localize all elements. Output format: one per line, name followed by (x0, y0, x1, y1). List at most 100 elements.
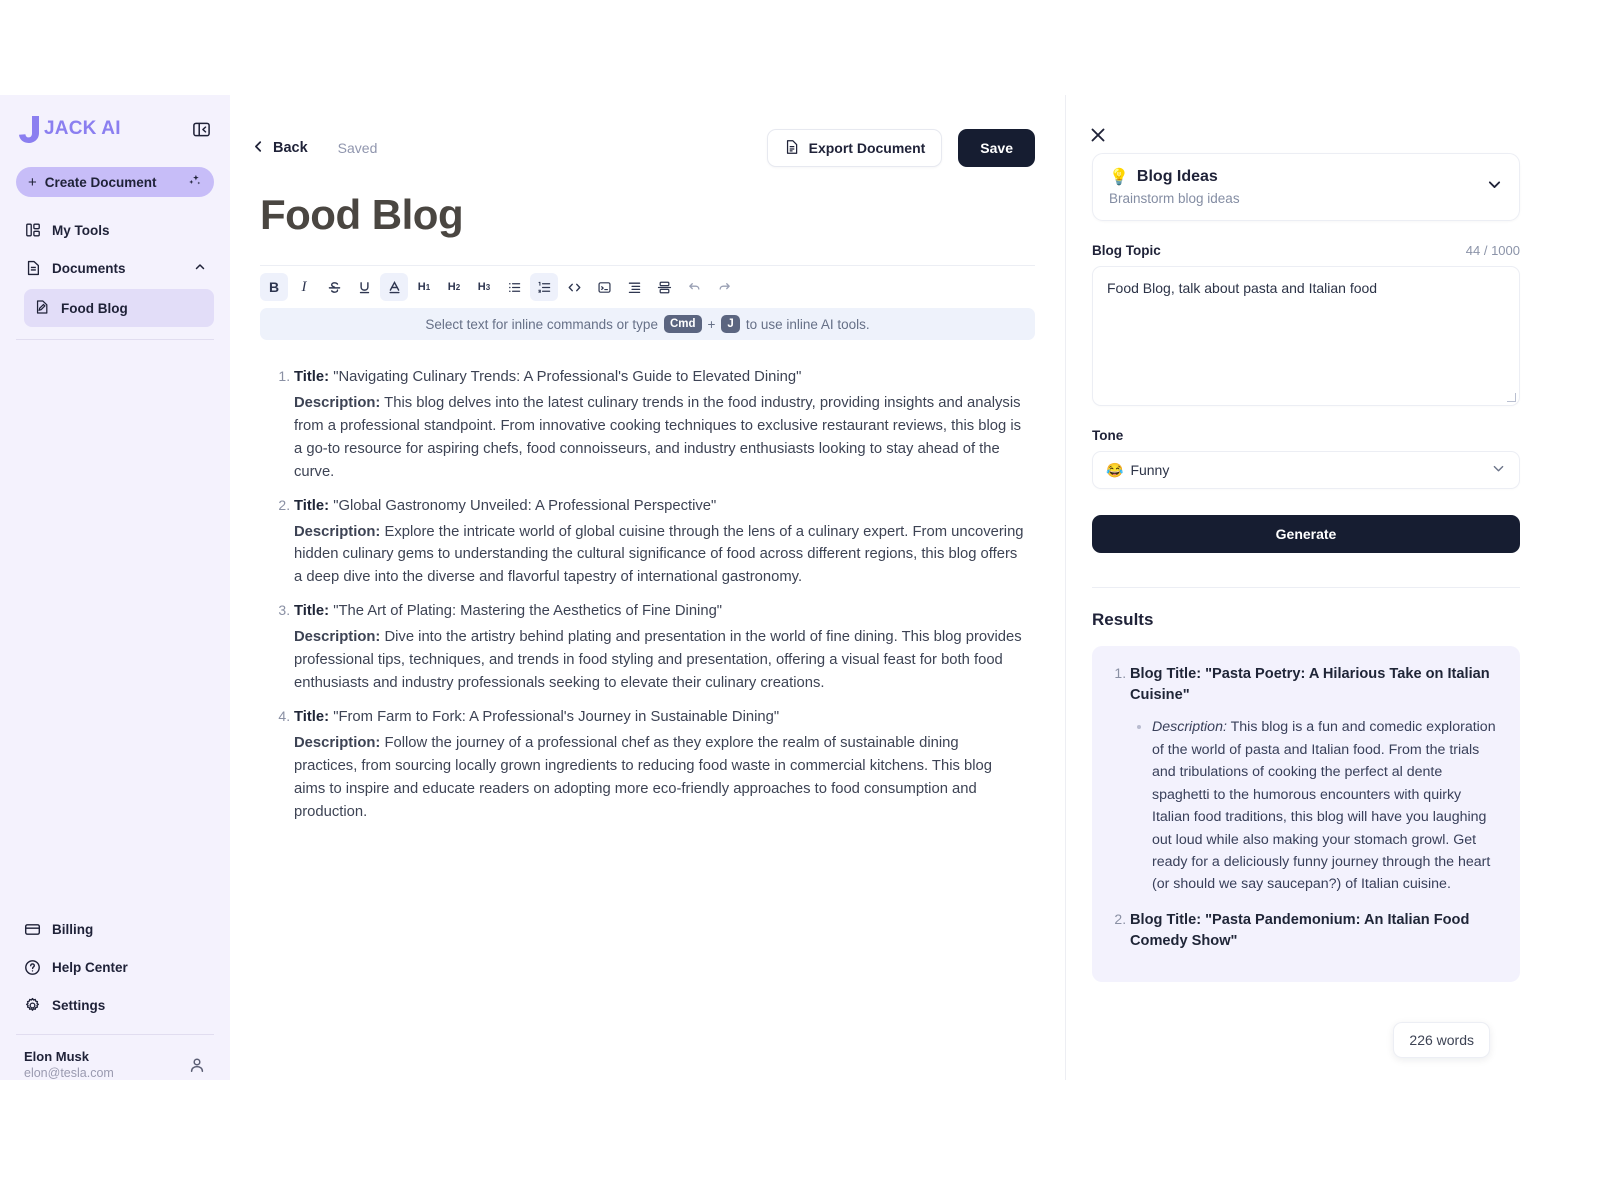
code-block-button[interactable] (590, 273, 618, 301)
tool-subtitle: Brainstorm blog ideas (1109, 191, 1240, 206)
underline-button[interactable] (350, 273, 378, 301)
desc-label: Description: (294, 629, 381, 646)
results-heading: Results (1092, 610, 1154, 629)
bold-button[interactable]: B (260, 273, 288, 301)
tool-selector-card[interactable]: 💡 Blog Ideas Brainstorm blog ideas (1092, 153, 1520, 221)
code-button[interactable] (560, 273, 588, 301)
redo-button[interactable] (710, 273, 738, 301)
sidebar-item-billing-label: Billing (52, 921, 94, 937)
results-card: Blog Title: "Pasta Poetry: A Hilarious T… (1092, 646, 1520, 983)
desc-text: Explore the intricate world of global cu… (294, 523, 1024, 586)
topic-label: Blog Topic (1092, 243, 1161, 258)
blockquote-button[interactable] (620, 273, 648, 301)
create-document-button[interactable]: + Create Document (16, 167, 214, 197)
item-desc-line: Description: Dive into the artistry behi… (294, 626, 1025, 695)
app-window: JACK AI + Create Document My Tools Docum… (0, 95, 1546, 1080)
topic-char-counter: 44 / 1000 (1465, 243, 1520, 258)
formatting-toolbar: B I H1 H2 H3 (260, 265, 1035, 308)
user-icon[interactable] (188, 1056, 206, 1074)
document-content[interactable]: Title: "Navigating Culinary Trends: A Pr… (230, 340, 1065, 824)
desc-label: Description: (294, 523, 381, 540)
result-desc-label: Description: (1152, 719, 1227, 736)
strikethrough-button[interactable] (320, 273, 348, 301)
italic-button[interactable]: I (290, 273, 318, 301)
result-desc-item: Description: This blog is a fun and come… (1152, 716, 1498, 896)
user-email: elon@tesla.com (24, 1066, 114, 1080)
create-document-label: Create Document (44, 174, 157, 190)
ordered-list-button[interactable] (530, 273, 558, 301)
list-item: Title: "Navigating Culinary Trends: A Pr… (294, 366, 1025, 484)
back-button[interactable]: Back (252, 140, 308, 157)
word-count-badge: 226 words (1393, 1022, 1490, 1058)
chevron-down-icon[interactable] (1491, 461, 1506, 479)
brand: JACK AI (18, 114, 121, 144)
title-text: "Global Gastronomy Unveiled: A Professio… (333, 497, 717, 514)
document-editor: Back Saved Export Document Save Food Blo… (230, 95, 1065, 1080)
export-document-button[interactable]: Export Document (766, 129, 943, 167)
laughing-emoji-icon: 😂 (1106, 461, 1124, 478)
sidebar-item-help-center[interactable]: Help Center (16, 948, 214, 986)
title-label: Title: (294, 369, 330, 385)
textarea-resize-handle[interactable] (1507, 393, 1516, 402)
page-title[interactable]: Food Blog (230, 169, 1065, 239)
sidebar-item-food-blog-label: Food Blog (61, 300, 128, 316)
chevron-down-icon[interactable] (1486, 176, 1503, 198)
heading-1-button[interactable]: H1 (410, 273, 438, 301)
save-button[interactable]: Save (958, 129, 1035, 167)
document-list: Title: "Navigating Culinary Trends: A Pr… (260, 366, 1025, 824)
generate-button[interactable]: Generate (1092, 515, 1520, 553)
export-document-label: Export Document (808, 140, 926, 156)
document-icon (24, 260, 41, 277)
undo-button[interactable] (680, 273, 708, 301)
close-icon[interactable] (1088, 125, 1108, 145)
tool-title: Blog Ideas (1136, 168, 1218, 185)
hint-suffix: to use inline AI tools. (745, 316, 870, 332)
sidebar-item-settings[interactable]: Settings (16, 986, 214, 1024)
kbd-cmd: Cmd (663, 314, 702, 334)
toolbar-wrapper: B I H1 H2 H3 (230, 239, 1065, 308)
sidebar-item-settings-label: Settings (52, 997, 106, 1013)
item-desc-line: Description: Follow the journey of a pro… (294, 732, 1025, 824)
panel-collapse-icon[interactable] (190, 118, 212, 140)
title-text: "Navigating Culinary Trends: A Professio… (333, 369, 802, 385)
bullet-list-button[interactable] (500, 273, 528, 301)
user-account[interactable]: Elon Musk elon@tesla.com (16, 1034, 214, 1080)
sidebar-item-help-center-label: Help Center (52, 959, 128, 975)
layout-grid-icon (24, 222, 41, 239)
tone-select-value: Funny (1130, 462, 1170, 478)
item-title-line: Title: "From Farm to Fork: A Professiona… (294, 706, 1025, 729)
item-desc-line: Description: This blog delves into the l… (294, 392, 1025, 484)
desc-label: Description: (294, 394, 381, 411)
result-item: Blog Title: "Pasta Poetry: A Hilarious T… (1130, 664, 1498, 896)
back-label: Back (273, 140, 308, 156)
sidebar-item-documents[interactable]: Documents (16, 249, 214, 287)
title-text: "The Art of Plating: Mastering the Aesth… (333, 603, 723, 620)
text-color-button[interactable] (380, 273, 408, 301)
panel-divider (1092, 587, 1520, 588)
item-title-line: Title: "Navigating Culinary Trends: A Pr… (294, 366, 1025, 389)
list-item: Title: "The Art of Plating: Mastering th… (294, 600, 1025, 695)
title-text: "From Farm to Fork: A Professional's Jou… (333, 708, 780, 725)
tool-card-main: 💡 Blog Ideas Brainstorm blog ideas (1109, 167, 1486, 206)
item-title-line: Title: "The Art of Plating: Mastering th… (294, 600, 1025, 623)
desc-text: Follow the journey of a professional che… (294, 734, 992, 820)
chevron-up-icon[interactable] (194, 261, 206, 276)
sidebar-item-my-tools[interactable]: My Tools (16, 211, 214, 249)
credit-card-icon (24, 921, 41, 938)
brand-label: JACK AI (44, 118, 121, 139)
hint-plus: + (707, 316, 716, 332)
tone-select[interactable]: 😂 Funny (1092, 451, 1520, 489)
desc-text: Dive into the artistry behind plating an… (294, 629, 1022, 692)
tool-title-row: 💡 Blog Ideas (1109, 167, 1486, 187)
heading-2-button[interactable]: H2 (440, 273, 468, 301)
sidebar-item-food-blog[interactable]: Food Blog (24, 289, 214, 327)
heading-3-button[interactable]: H3 (470, 273, 498, 301)
sidebar-item-billing[interactable]: Billing (16, 910, 214, 948)
desc-label: Description: (294, 734, 381, 751)
desc-text: This blog delves into the latest culinar… (294, 394, 1022, 480)
horizontal-rule-button[interactable] (650, 273, 678, 301)
topic-textarea[interactable]: Food Blog, talk about pasta and Italian … (1092, 266, 1520, 406)
sidebar-item-documents-label: Documents (52, 260, 126, 276)
title-label: Title: (294, 708, 330, 725)
